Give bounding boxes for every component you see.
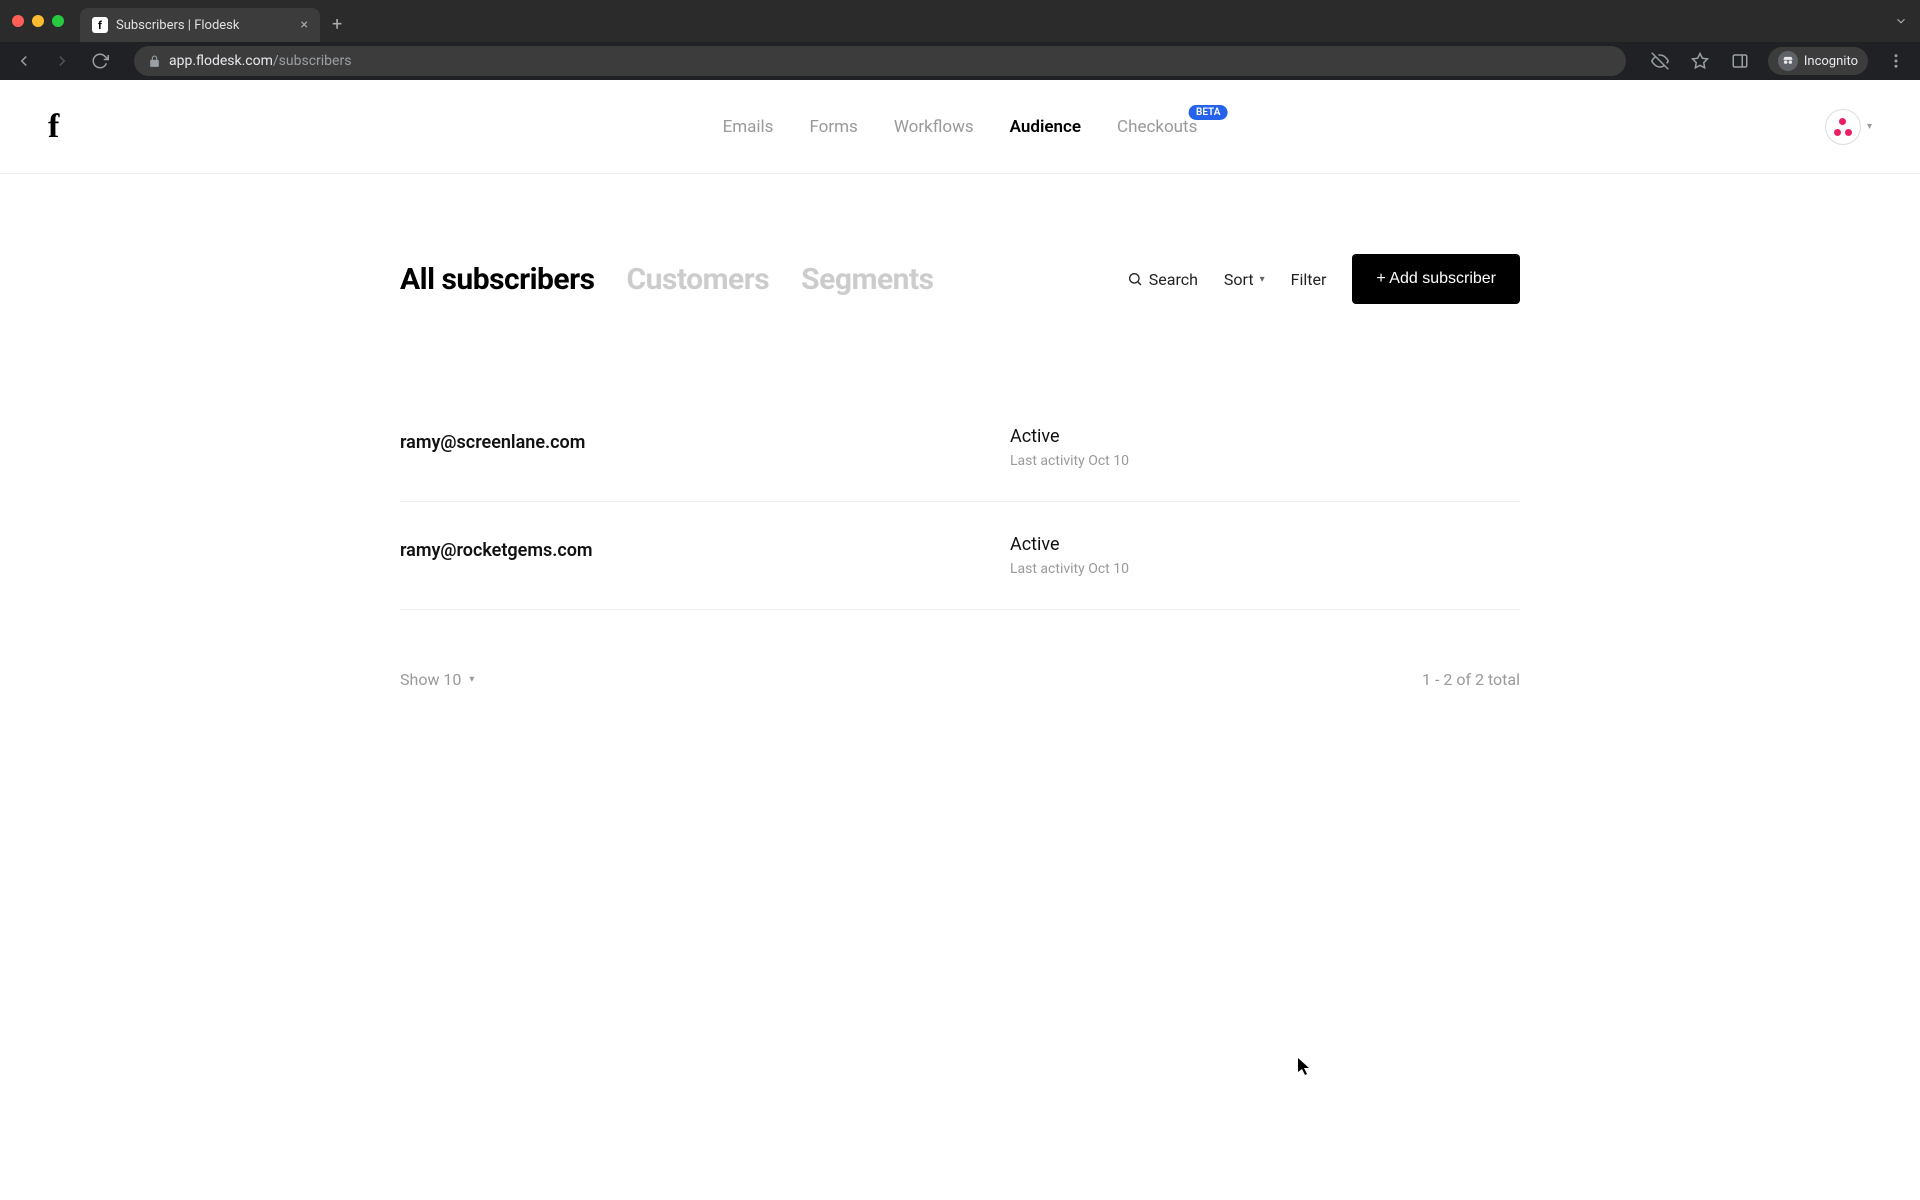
page-size-label: Show 10 bbox=[400, 670, 461, 689]
tab-all-subscribers[interactable]: All subscribers bbox=[400, 262, 595, 297]
subscriber-row[interactable]: ramy@rocketgems.com Active Last activity… bbox=[400, 502, 1520, 610]
account-menu[interactable]: ▾ bbox=[1825, 109, 1872, 145]
eye-off-icon[interactable] bbox=[1648, 49, 1672, 73]
address-bar[interactable]: app.flodesk.com/subscribers bbox=[134, 46, 1626, 76]
search-icon bbox=[1127, 271, 1143, 287]
nav-forms[interactable]: Forms bbox=[809, 117, 857, 137]
app-header: f Emails Forms Workflows Audience Checko… bbox=[0, 80, 1920, 174]
filter-action[interactable]: Filter bbox=[1291, 270, 1327, 289]
browser-tab-strip: f Subscribers | Flodesk × + bbox=[0, 0, 1920, 42]
logo[interactable]: f bbox=[48, 108, 59, 146]
subscriber-status: Active bbox=[1010, 534, 1129, 555]
window-close[interactable] bbox=[12, 15, 24, 27]
panel-icon[interactable] bbox=[1728, 49, 1752, 73]
cursor-icon bbox=[1298, 1058, 1312, 1076]
nav-audience[interactable]: Audience bbox=[1010, 117, 1081, 137]
reload-button[interactable] bbox=[88, 49, 112, 73]
view-header: All subscribers Customers Segments Searc… bbox=[400, 254, 1520, 304]
chevron-down-icon: ▾ bbox=[1867, 121, 1872, 132]
chevron-down-icon: ▾ bbox=[1260, 274, 1265, 285]
window-minimize[interactable] bbox=[32, 15, 44, 27]
toolbar-right-icons: Incognito bbox=[1648, 47, 1908, 75]
browser-toolbar: app.flodesk.com/subscribers Incognito bbox=[0, 42, 1920, 80]
subscriber-status-col: Active Last activity Oct 10 bbox=[1010, 534, 1129, 577]
nav-emails[interactable]: Emails bbox=[723, 117, 774, 137]
back-button[interactable] bbox=[12, 49, 36, 73]
url-text: app.flodesk.com/subscribers bbox=[169, 53, 351, 69]
star-icon[interactable] bbox=[1688, 49, 1712, 73]
window-maximize[interactable] bbox=[52, 15, 64, 27]
tab-customers[interactable]: Customers bbox=[627, 262, 770, 297]
incognito-label: Incognito bbox=[1804, 54, 1858, 69]
browser-tab[interactable]: f Subscribers | Flodesk × bbox=[80, 8, 320, 42]
search-action[interactable]: Search bbox=[1127, 270, 1198, 289]
view-tabs: All subscribers Customers Segments bbox=[400, 262, 934, 297]
tab-segments[interactable]: Segments bbox=[801, 262, 933, 297]
pagination: Show 10 ▾ 1 - 2 of 2 total bbox=[400, 670, 1520, 689]
page-range-info: 1 - 2 of 2 total bbox=[1422, 670, 1520, 689]
search-label: Search bbox=[1149, 270, 1198, 289]
kebab-menu-icon[interactable] bbox=[1884, 49, 1908, 73]
window-controls bbox=[12, 15, 64, 27]
nav-checkouts[interactable]: Checkouts BETA bbox=[1117, 117, 1197, 137]
tab-close-icon[interactable]: × bbox=[301, 17, 308, 33]
page-size-selector[interactable]: Show 10 ▾ bbox=[400, 670, 474, 689]
main-nav: Emails Forms Workflows Audience Checkout… bbox=[723, 117, 1198, 137]
tabs-overflow-icon[interactable] bbox=[1894, 14, 1908, 28]
subscriber-activity: Last activity Oct 10 bbox=[1010, 561, 1129, 577]
tab-title: Subscribers | Flodesk bbox=[116, 18, 239, 33]
nav-checkouts-label: Checkouts bbox=[1117, 117, 1197, 137]
nav-workflows[interactable]: Workflows bbox=[894, 117, 974, 137]
tab-favicon: f bbox=[92, 17, 108, 33]
forward-button[interactable] bbox=[50, 49, 74, 73]
subscriber-email: ramy@screenlane.com bbox=[400, 426, 1010, 453]
view-actions: Search Sort ▾ Filter + Add subscriber bbox=[1127, 254, 1520, 304]
sort-label: Sort bbox=[1224, 270, 1254, 289]
subscriber-activity: Last activity Oct 10 bbox=[1010, 453, 1129, 469]
add-subscriber-button[interactable]: + Add subscriber bbox=[1352, 254, 1520, 304]
sort-action[interactable]: Sort ▾ bbox=[1224, 270, 1265, 289]
content-area: All subscribers Customers Segments Searc… bbox=[200, 174, 1720, 689]
incognito-badge[interactable]: Incognito bbox=[1768, 47, 1868, 75]
subscriber-list: ramy@screenlane.com Active Last activity… bbox=[400, 394, 1520, 610]
chevron-down-icon: ▾ bbox=[469, 674, 474, 685]
incognito-icon bbox=[1778, 51, 1798, 71]
new-tab-button[interactable]: + bbox=[332, 14, 342, 35]
avatar bbox=[1825, 109, 1861, 145]
subscriber-row[interactable]: ramy@screenlane.com Active Last activity… bbox=[400, 394, 1520, 502]
filter-label: Filter bbox=[1291, 270, 1327, 289]
subscriber-email: ramy@rocketgems.com bbox=[400, 534, 1010, 561]
app-root: f Emails Forms Workflows Audience Checko… bbox=[0, 80, 1920, 689]
subscriber-status-col: Active Last activity Oct 10 bbox=[1010, 426, 1129, 469]
lock-icon bbox=[148, 55, 161, 68]
subscriber-status: Active bbox=[1010, 426, 1129, 447]
beta-badge: BETA bbox=[1189, 105, 1227, 120]
